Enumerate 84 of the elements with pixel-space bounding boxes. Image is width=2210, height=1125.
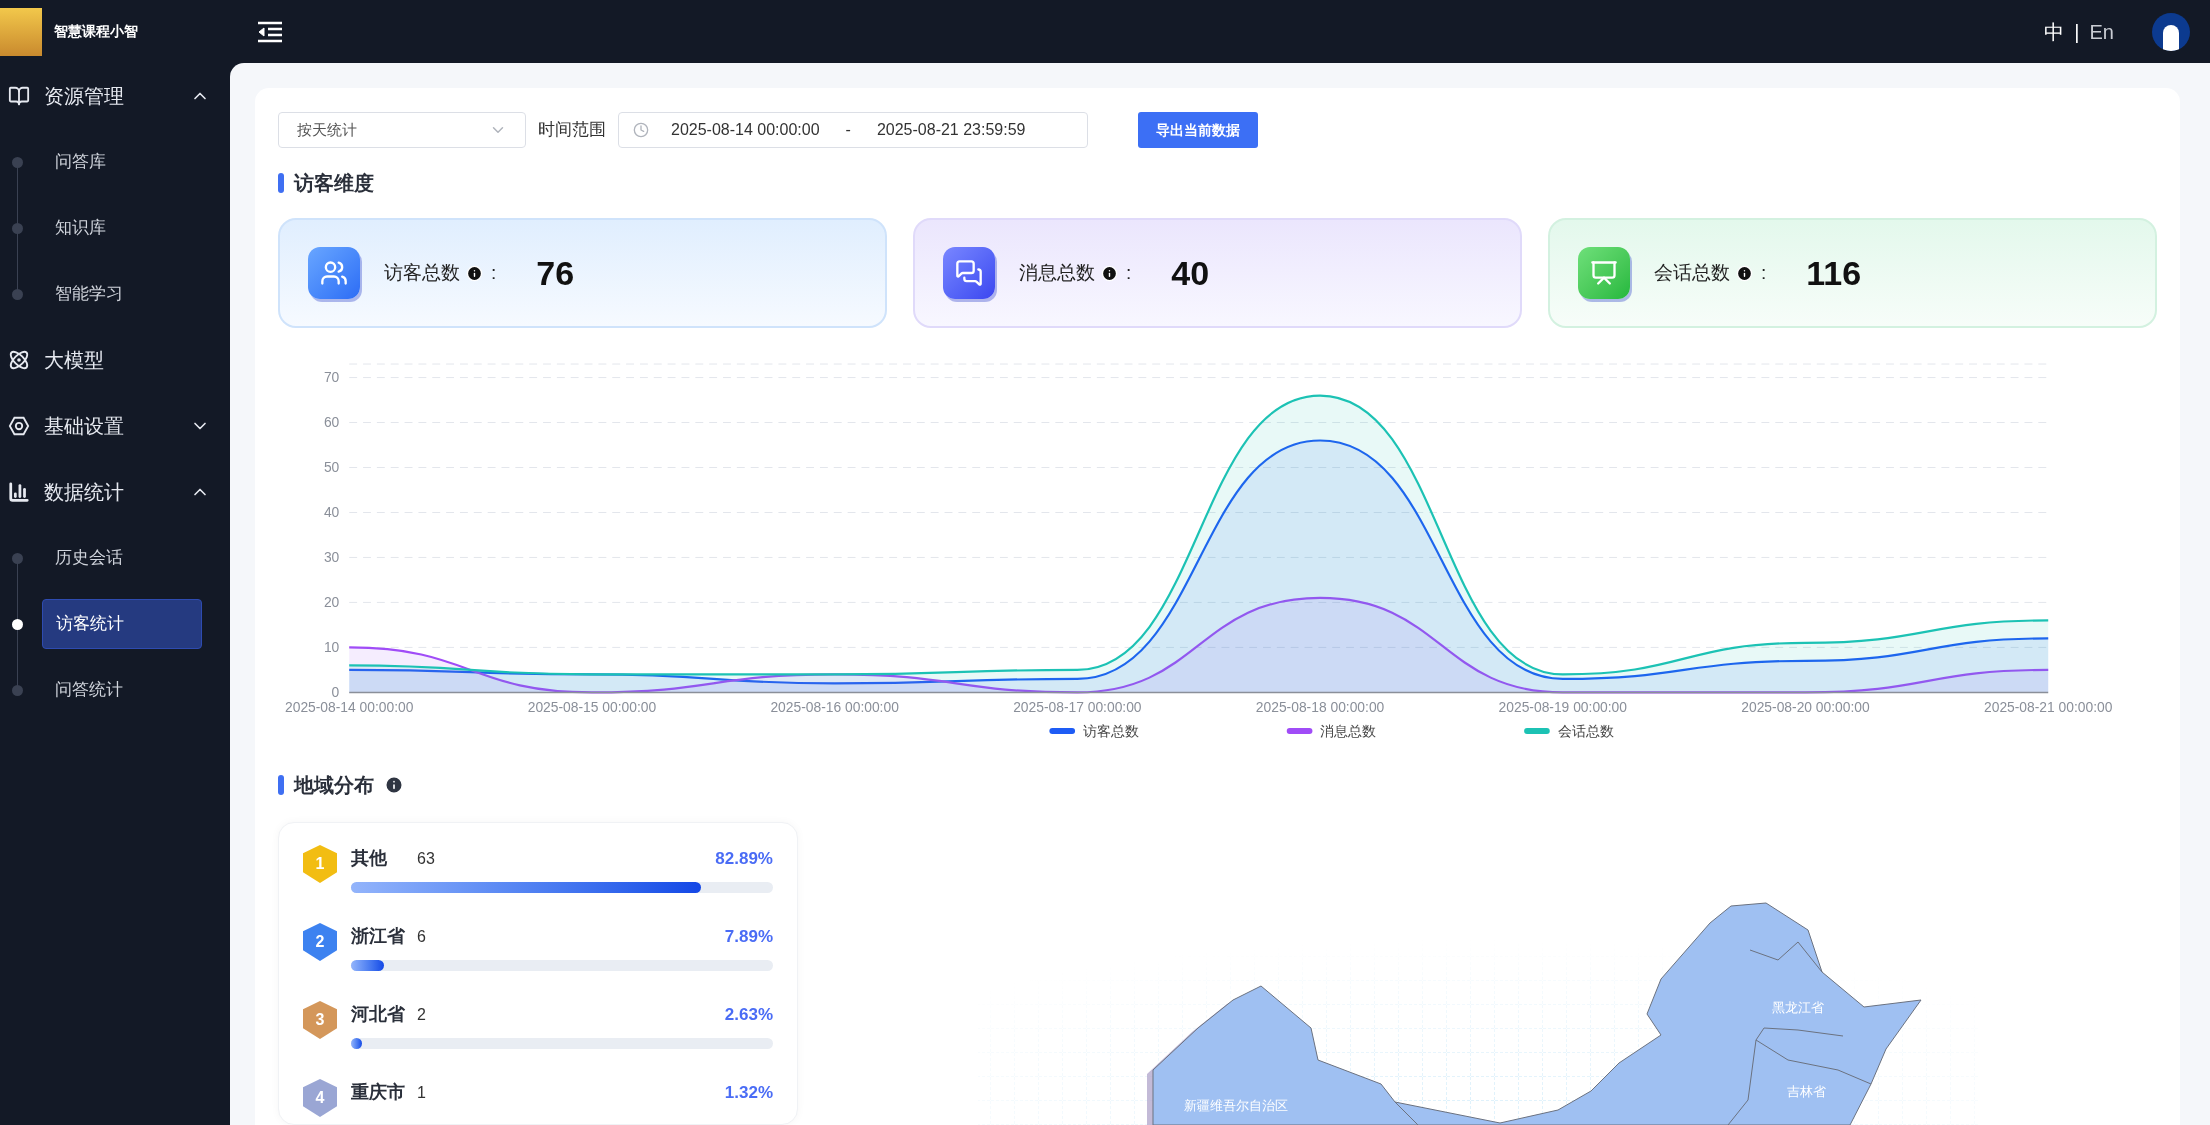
settings-icon <box>8 415 30 437</box>
sidebar-subitem[interactable]: 问答库 <box>42 137 202 187</box>
language-toggle[interactable]: En <box>2089 16 2114 47</box>
menu-collapse-button[interactable] <box>256 19 284 44</box>
sidebar-subitem[interactable]: 历史会话 <box>42 533 202 583</box>
region-name: 浙江省 <box>351 925 406 948</box>
axis-tick-label: 20 <box>323 594 340 611</box>
axis-tick-label: 2025-08-14 00:00:00 <box>285 699 414 716</box>
stat-label: 访客总数 <box>384 260 460 285</box>
info-icon <box>466 264 483 282</box>
axis-tick-label: 2025-08-15 00:00:00 <box>527 699 657 716</box>
axis-tick-label: 2025-08-21 00:00:00 <box>1984 699 2113 716</box>
sidebar-item[interactable]: 资源管理 <box>0 63 230 129</box>
stat-colon: : <box>1126 260 1132 285</box>
axis-tick-label: 70 <box>323 369 340 386</box>
axis-tick-label: 2025-08-18 00:00:00 <box>1255 699 1385 716</box>
stat-value: 76 <box>536 252 575 294</box>
logo-photo-placeholder <box>0 7 42 56</box>
atom-icon <box>8 349 30 371</box>
section-title: 访客维度 <box>294 171 374 196</box>
section-marker <box>278 775 284 795</box>
info-icon <box>1101 264 1118 282</box>
axis-tick-label: 50 <box>323 459 340 476</box>
sidebar-subitem[interactable]: 访客统计 <box>42 599 202 649</box>
sidebar-item[interactable]: 数据统计 <box>0 459 230 525</box>
info-icon <box>1736 264 1753 282</box>
sidebar-item[interactable]: 基础设置 <box>0 393 230 459</box>
sidebar-item[interactable]: 大模型 <box>0 327 230 393</box>
region-percent: 2.63% <box>724 1003 773 1026</box>
region-name: 其他 <box>351 847 388 870</box>
language-separator: | <box>2074 19 2080 45</box>
map-region-label: 吉林省 <box>1786 1084 1826 1099</box>
stat-value: 116 <box>1806 252 1862 294</box>
stat-label: 会话总数 <box>1654 260 1730 285</box>
axis-tick-label: 10 <box>323 639 340 656</box>
axis-tick-label: 2025-08-19 00:00:00 <box>1498 699 1627 716</box>
section-title: 地域分布 <box>294 773 374 798</box>
sidebar-subitem[interactable]: 问答统计 <box>42 665 202 715</box>
section-marker <box>278 173 284 193</box>
axis-tick-label: 2025-08-16 00:00:00 <box>770 699 899 716</box>
region-count: 2 <box>417 1004 426 1025</box>
region-count: 63 <box>417 848 435 869</box>
bar-chart-icon <box>8 481 30 503</box>
range-label: 时间范围 <box>538 119 606 142</box>
map-region-label: 新疆维吾尔自治区 <box>1184 1098 1288 1113</box>
language-toggle[interactable]: 中 <box>2044 16 2065 47</box>
region-count: 1 <box>417 1082 426 1103</box>
presentation-icon <box>1578 247 1630 299</box>
date-range-field[interactable]: 2025-08-14 00:00:00 - 2025-08-21 23:59:59 <box>618 112 1088 148</box>
region-name: 重庆市 <box>351 1081 406 1104</box>
rank-medal: 1 <box>303 845 337 883</box>
stat-value: 40 <box>1171 252 1210 294</box>
region-count: 6 <box>417 926 426 947</box>
axis-tick-label: 0 <box>331 684 340 701</box>
stat-colon: : <box>491 260 497 285</box>
axis-tick-label: 40 <box>323 504 340 521</box>
rank-medal: 2 <box>303 923 337 961</box>
sidebar-subitem[interactable]: 知识库 <box>42 203 202 253</box>
axis-tick-label: 2025-08-17 00:00:00 <box>1013 699 1142 716</box>
region-percent: 7.89% <box>724 925 773 948</box>
rank-medal: 3 <box>303 1001 337 1039</box>
info-icon <box>384 775 404 795</box>
stat-colon: : <box>1761 260 1767 285</box>
axis-tick-label: 2025-08-20 00:00:00 <box>1741 699 1870 716</box>
region-name: 河北省 <box>351 1003 406 1026</box>
rank-medal: 4 <box>303 1079 337 1117</box>
legend-label: 会话总数 <box>1557 722 1614 739</box>
avatar[interactable] <box>2152 12 2190 51</box>
chat-bubbles-icon <box>943 247 995 299</box>
export-button[interactable]: 导出当前数据 <box>1138 112 1258 148</box>
region-percent: 82.89% <box>715 847 773 870</box>
app-title: 智慧课程小智 <box>54 22 138 41</box>
sidebar-subitem[interactable]: 智能学习 <box>42 269 202 319</box>
stat-label: 消息总数 <box>1019 260 1095 285</box>
region-percent: 1.32% <box>724 1081 773 1104</box>
book-icon <box>8 85 30 107</box>
legend-label: 消息总数 <box>1320 722 1377 739</box>
clock-icon <box>633 122 649 138</box>
granularity-select[interactable]: 按天统计 <box>278 112 526 148</box>
axis-tick-label: 30 <box>323 549 340 566</box>
map-region-label: 黑龙江省 <box>1772 1000 1824 1015</box>
axis-tick-label: 60 <box>323 414 340 431</box>
people-icon <box>308 247 360 299</box>
legend-label: 访客总数 <box>1083 722 1139 739</box>
